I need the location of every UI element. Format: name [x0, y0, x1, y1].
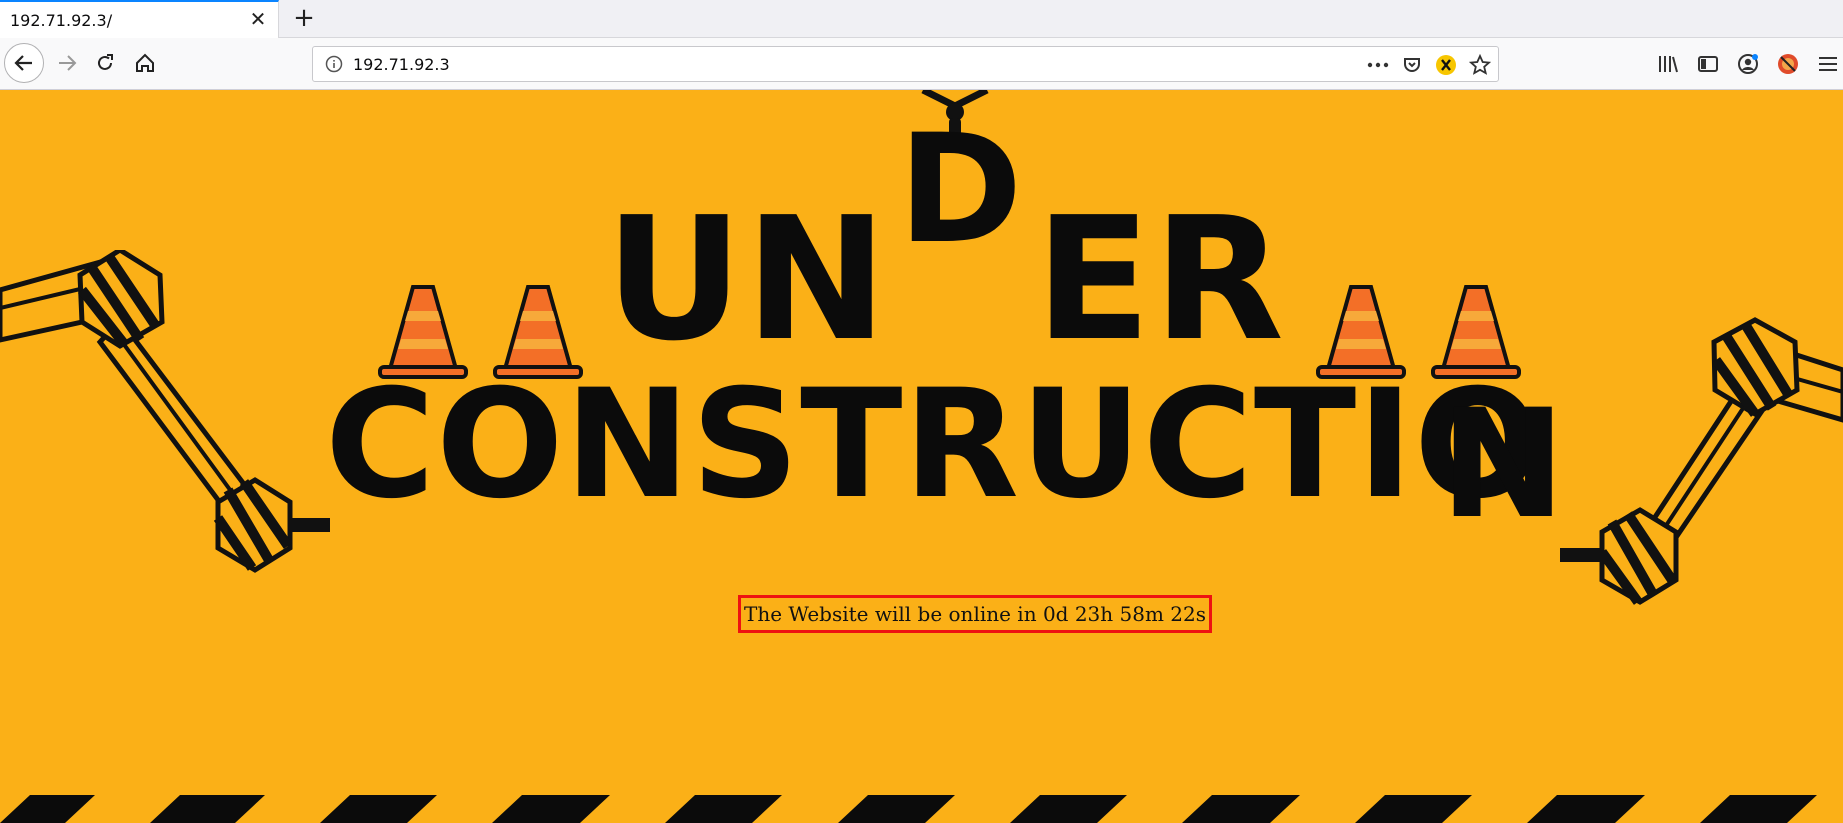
- toolbar-right: [1652, 48, 1843, 80]
- back-arrow-icon: [14, 55, 32, 71]
- hazard-stripes: [0, 795, 1843, 823]
- plus-icon[interactable]: +: [290, 4, 318, 32]
- countdown-text: The Website will be online in 0d 23h 58m…: [738, 595, 1212, 633]
- home-icon: [136, 53, 154, 72]
- account-icon[interactable]: [1732, 48, 1764, 80]
- home-button[interactable]: [128, 46, 162, 80]
- left-robot-arm-icon: [0, 250, 330, 573]
- reload-icon: [98, 54, 113, 70]
- address-bar[interactable]: 192.71.92.3: [312, 46, 1499, 82]
- right-robot-arm-icon: [1560, 317, 1843, 605]
- browser-tab[interactable]: 192.71.92.3/ ✕: [0, 0, 279, 38]
- forward-arrow-icon: [59, 55, 77, 71]
- headline-un: UN: [605, 181, 890, 379]
- hamburger-menu-icon[interactable]: [1812, 48, 1843, 80]
- close-icon[interactable]: ✕: [248, 9, 268, 29]
- forward-button[interactable]: [50, 46, 84, 80]
- headline-n: N: [1440, 378, 1568, 552]
- extension-icon[interactable]: [1434, 53, 1458, 77]
- headline-construction: CONSTRUCTIO: [325, 358, 1543, 532]
- page-content: UN D ER CONSTRUCTIO N The Website will b…: [0, 90, 1843, 823]
- back-button[interactable]: [4, 43, 44, 83]
- more-icon[interactable]: [1366, 53, 1390, 77]
- url-actions: [1366, 53, 1492, 77]
- headline-d: D: [898, 103, 1025, 277]
- library-icon[interactable]: [1652, 48, 1684, 80]
- tab-bar: 192.71.92.3/ ✕ +: [0, 0, 1843, 38]
- reload-button[interactable]: [88, 46, 122, 80]
- pocket-icon[interactable]: [1400, 53, 1424, 77]
- url-text[interactable]: 192.71.92.3: [353, 55, 450, 74]
- sidebar-icon[interactable]: [1692, 48, 1724, 80]
- headline-er: ER: [1035, 181, 1287, 379]
- info-icon[interactable]: [325, 55, 343, 73]
- blocked-icon[interactable]: [1772, 48, 1804, 80]
- star-icon[interactable]: [1468, 53, 1492, 77]
- tab-title: 192.71.92.3/: [10, 11, 113, 30]
- navigation-bar: 192.71.92.3: [0, 38, 1843, 90]
